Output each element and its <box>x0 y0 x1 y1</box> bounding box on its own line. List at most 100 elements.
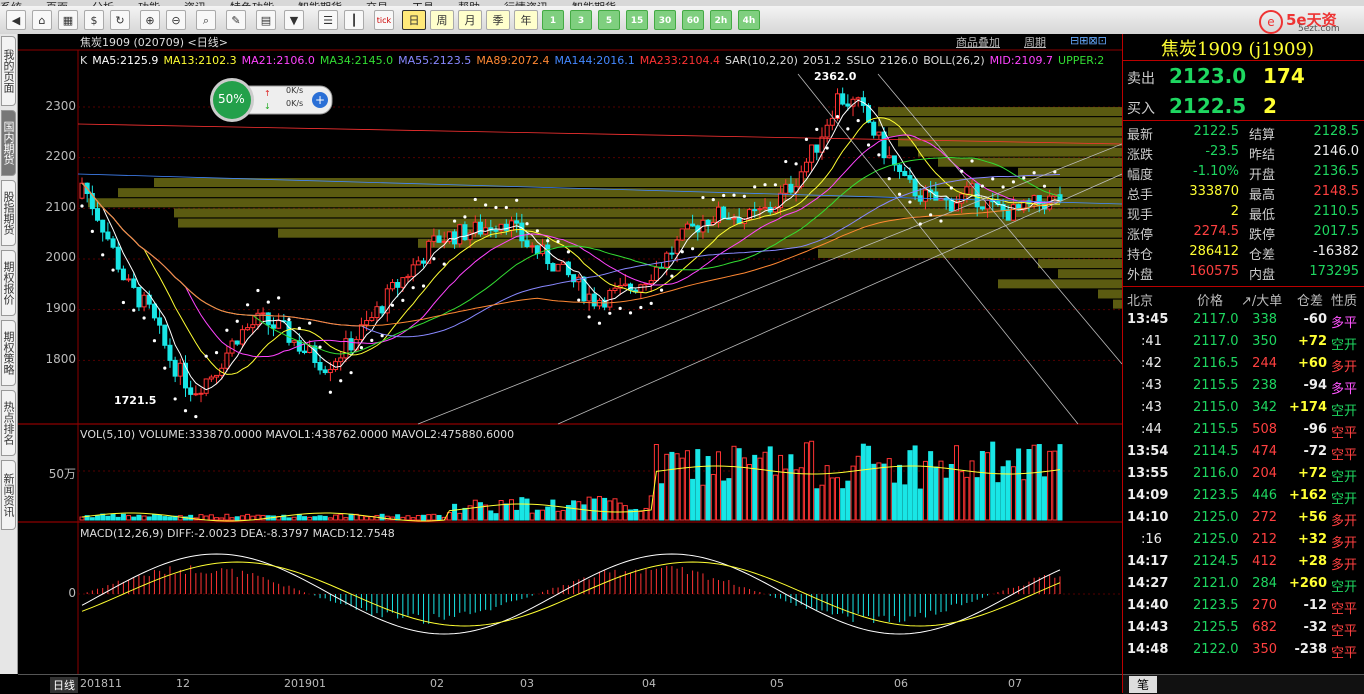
tick-row[interactable]: :16 2125.0 212 +32 多开 <box>1123 530 1364 552</box>
volume-profile-bar <box>878 117 1122 127</box>
candle-body <box>524 240 530 247</box>
tick-row[interactable]: 14:48 2122.0 350 -238 空平 <box>1123 640 1364 662</box>
volume-bar <box>922 460 928 521</box>
volume-bar <box>690 478 696 521</box>
sell-volume: 174 <box>1263 64 1305 88</box>
tick-row[interactable]: 13:45 2117.0 338 -60 多平 <box>1123 310 1364 332</box>
volume-bar <box>803 442 809 521</box>
cycle-button[interactable]: 3 <box>570 10 592 30</box>
left-tab[interactable]: 股指期货 <box>1 180 16 246</box>
x-period-label[interactable]: 日线 <box>50 677 78 693</box>
tick-row[interactable]: 14:10 2125.0 272 +56 多开 <box>1123 508 1364 530</box>
tick-volume: 342 <box>1252 400 1277 415</box>
period-button[interactable]: 年 <box>514 10 538 30</box>
filter-icon[interactable]: ▼ <box>284 10 304 30</box>
tick-oi-change: +28 <box>1298 554 1327 569</box>
chart-icon[interactable]: ▤ <box>256 10 276 30</box>
dollar-icon[interactable]: $ <box>84 10 104 30</box>
cycle-button[interactable]: 1 <box>542 10 564 30</box>
tick-row[interactable]: 14:17 2124.5 412 +28 多开 <box>1123 552 1364 574</box>
volume-bar <box>105 515 111 521</box>
candle-body <box>421 260 427 264</box>
volume-bar <box>498 500 504 521</box>
volume-bar <box>224 513 230 521</box>
period-button[interactable]: 周 <box>430 10 454 30</box>
left-tab[interactable]: 期权策略 <box>1 320 16 386</box>
zoom-in-icon[interactable]: ⊕ <box>140 10 160 30</box>
volume-bar <box>834 477 840 521</box>
left-tab[interactable]: 热点排名 <box>1 390 16 456</box>
tick-row[interactable]: 13:55 2116.0 204 +72 空开 <box>1123 464 1364 486</box>
candle-body <box>245 327 251 331</box>
pen-icon[interactable]: ✎ <box>226 10 246 30</box>
stat-label: 外盘 <box>1127 268 1154 283</box>
tick-icon[interactable]: tick <box>374 10 394 30</box>
cycle-button[interactable]: 2h <box>710 10 732 30</box>
period-button[interactable]: 日 <box>402 10 426 30</box>
tick-row[interactable]: :44 2115.5 508 -96 空平 <box>1123 420 1364 442</box>
tick-row[interactable]: 14:09 2123.5 446 +162 空开 <box>1123 486 1364 508</box>
tick-volume: 474 <box>1252 444 1277 459</box>
volume-bar <box>534 509 540 521</box>
overlay-link[interactable]: 商品叠加 <box>956 34 1000 50</box>
sar-dot <box>587 315 591 319</box>
layout-buttons-icon[interactable]: ⊟⊞⊠⊡ <box>1070 34 1107 47</box>
cycle-button[interactable]: 4h <box>738 10 760 30</box>
tick-row[interactable]: 14:27 2121.0 284 +260 空开 <box>1123 574 1364 596</box>
period-button[interactable]: 月 <box>458 10 482 30</box>
tick-price: 2115.5 <box>1193 422 1239 437</box>
tick-row[interactable]: :42 2116.5 244 +60 多开 <box>1123 354 1364 376</box>
candle-body <box>876 131 882 136</box>
table-icon[interactable]: ☰ <box>318 10 338 30</box>
tick-row[interactable]: :43 2115.0 342 +174 空开 <box>1123 398 1364 420</box>
tick-row[interactable]: :43 2115.5 238 -94 多平 <box>1123 376 1364 398</box>
tick-row[interactable]: 14:43 2125.5 682 -32 空平 <box>1123 618 1364 640</box>
zoom-out-icon[interactable]: ⊖ <box>166 10 186 30</box>
candle-body <box>788 183 794 193</box>
volume-bar <box>778 454 784 521</box>
volume-bar <box>457 512 463 521</box>
chart-title: 焦炭1909 (020709) <日线> <box>80 36 228 49</box>
candle-icon[interactable]: ┃ <box>344 10 364 30</box>
sar-dot <box>152 339 157 343</box>
refresh-icon[interactable]: ↻ <box>110 10 130 30</box>
left-tab[interactable]: 国内期货 <box>1 110 16 176</box>
y-axis-tick: 2100 <box>45 200 76 214</box>
tick-row[interactable]: :41 2117.0 350 +72 空开 <box>1123 332 1364 354</box>
back-icon[interactable]: ◀ <box>6 10 26 30</box>
sar-dot <box>649 301 653 305</box>
volume-profile-bar <box>1058 269 1122 279</box>
left-tab[interactable]: 期权报价 <box>1 250 16 316</box>
volume-bar <box>488 510 494 521</box>
volume-bar <box>871 463 877 521</box>
candle-body <box>151 303 157 319</box>
cycle-button[interactable]: 30 <box>654 10 676 30</box>
volume-bar <box>364 516 370 521</box>
sar-dot <box>628 311 633 315</box>
tick-time: 14:27 <box>1127 576 1169 591</box>
speed-widget[interactable]: + ↑ ↓ 50% 0K/s 0K/s <box>208 76 334 124</box>
home-icon[interactable]: ⌂ <box>32 10 52 30</box>
tick-price: 2117.0 <box>1193 334 1239 349</box>
candle-body <box>684 223 690 230</box>
volume-bar <box>571 500 577 521</box>
candle-body <box>886 155 892 159</box>
sar-dot <box>525 222 529 226</box>
tick-row[interactable]: 14:40 2123.5 270 -12 空平 <box>1123 596 1364 618</box>
tick-row[interactable]: 13:54 2114.5 474 -72 空平 <box>1123 442 1364 464</box>
chart-area[interactable]: 焦炭1909 (020709) <日线> 商品叠加 周期 ⊟⊞⊠⊡ K MA5:2… <box>18 34 1122 674</box>
cycle-button[interactable]: 60 <box>682 10 704 30</box>
left-tab[interactable]: 我的页面 <box>1 36 16 106</box>
sar-dot <box>659 288 664 292</box>
cycle-button[interactable]: 5 <box>598 10 620 30</box>
left-tab[interactable]: 新闻资讯 <box>1 460 16 530</box>
cycle-button[interactable]: 15 <box>626 10 648 30</box>
grid-icon[interactable]: ▦ <box>58 10 78 30</box>
period-link[interactable]: 周期 <box>1024 34 1046 50</box>
volume-bar <box>95 515 101 521</box>
search-icon[interactable]: ⌕ <box>196 10 216 30</box>
tick-tab[interactable]: 笔 <box>1129 676 1157 693</box>
period-button[interactable]: 季 <box>486 10 510 30</box>
sar-dot <box>670 274 674 278</box>
tick-oi-change: -32 <box>1303 620 1328 635</box>
